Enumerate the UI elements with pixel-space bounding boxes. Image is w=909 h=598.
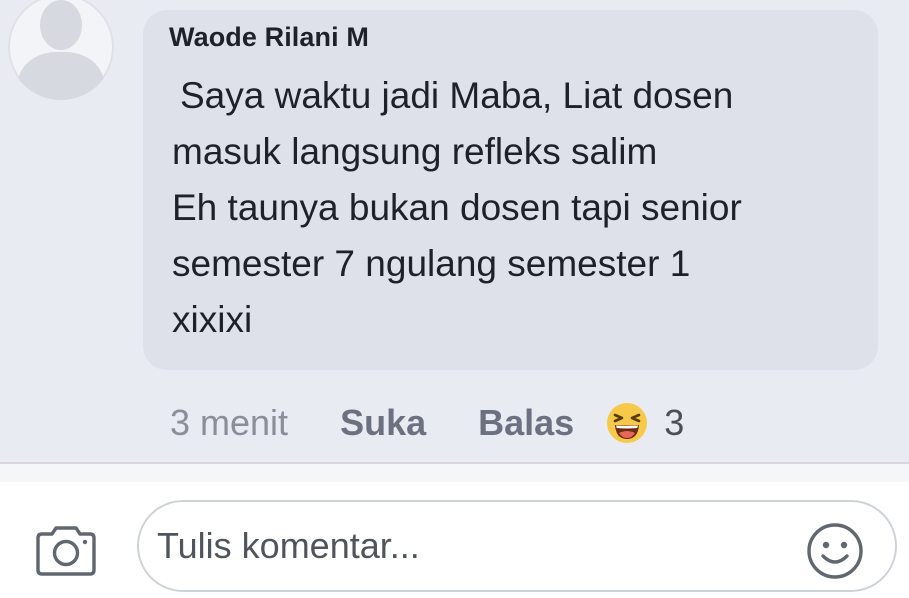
comment-line: semester 7 ngulang semester 1 <box>172 243 691 284</box>
reaction-count: 3 <box>664 402 685 443</box>
avatar[interactable] <box>8 0 114 100</box>
reply-button[interactable]: Balas <box>478 402 574 444</box>
comment-actions: 3 menit Suka Balas 3 <box>170 398 684 448</box>
comment-body: Saya waktu jadi Maba, Liat dosen masuk l… <box>172 68 862 348</box>
comment-input[interactable] <box>137 500 897 592</box>
reaction-summary[interactable]: 3 <box>606 402 684 444</box>
avatar-head-silhouette <box>40 0 82 50</box>
comment-line: Saya waktu jadi Maba, Liat dosen <box>180 75 734 116</box>
like-button[interactable]: Suka <box>340 402 426 444</box>
comment-line: Eh taunya bukan dosen tapi senior <box>172 187 742 228</box>
camera-icon[interactable] <box>34 524 98 578</box>
comment-section: Waode Rilani M Saya waktu jadi Maba, Lia… <box>0 0 909 460</box>
comment-composer <box>0 482 909 598</box>
divider <box>0 462 909 482</box>
comment-screen: Waode Rilani M Saya waktu jadi Maba, Lia… <box>0 0 909 598</box>
avatar-body-silhouette <box>18 52 104 100</box>
laughing-emoji-icon <box>607 403 648 443</box>
comment-author-name[interactable]: Waode Rilani M <box>169 22 369 53</box>
comment-line: xixixi <box>172 299 253 340</box>
smiley-face-icon[interactable] <box>806 522 864 580</box>
comment-line: masuk langsung refleks salim <box>172 131 658 172</box>
comment-timestamp: 3 menit <box>170 402 289 443</box>
